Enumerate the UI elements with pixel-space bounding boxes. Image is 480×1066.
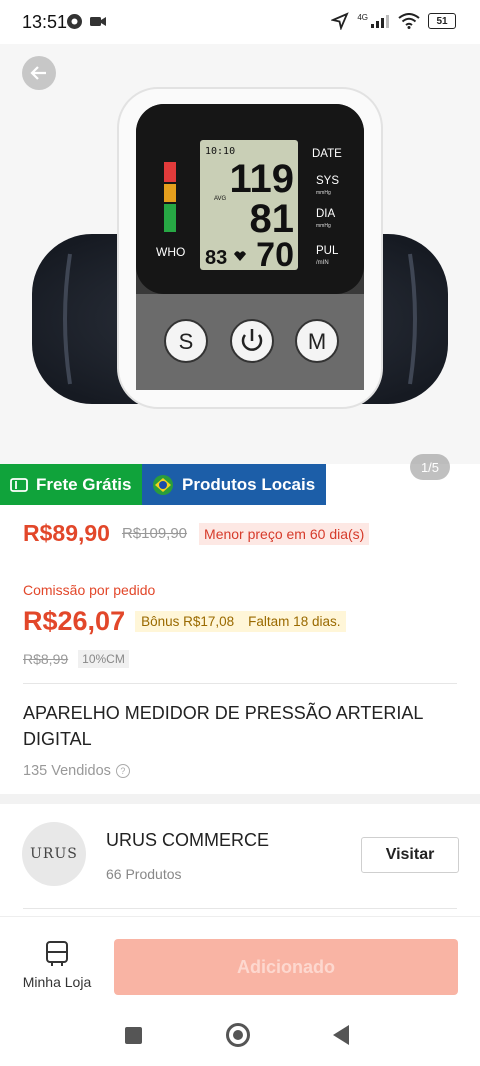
price-row: R$89,90 R$109,90 Menor preço em 60 dia(s…: [23, 520, 370, 547]
label-dia: DIA: [316, 208, 336, 220]
commission-rate-tag: 10%CM: [78, 650, 129, 668]
local-products-badge: Produtos Locais: [142, 464, 326, 505]
shop-logo-text: URUS: [30, 846, 78, 862]
label-pul-unit: /mIN: [316, 260, 329, 266]
bonus-days-left: Faltam 18 dias.: [248, 614, 341, 629]
current-price: R$89,90: [23, 520, 110, 546]
commission-row: R$26,07 Bônus R$17,08 Faltam 18 dias.: [23, 606, 347, 637]
lowest-price-tag: Menor preço em 60 dia(s): [199, 522, 370, 545]
status-right: 4G 51: [331, 12, 456, 30]
shop-product-count: 66 Produtos: [106, 866, 182, 882]
bonus-tag: Bônus R$17,08 Faltam 18 dias.: [135, 611, 347, 632]
who-label: WHO: [156, 245, 185, 259]
label-sys-unit: mmHg: [316, 190, 331, 196]
local-products-label: Produtos Locais: [182, 474, 316, 494]
chrome-icon: [67, 14, 82, 29]
device-button-m: M: [308, 329, 326, 354]
store-icon: [46, 941, 68, 966]
lcd-clock: 10:10: [205, 146, 235, 157]
commission-sub-row: R$8,99 10%CM: [23, 650, 129, 668]
free-shipping-badge: Frete Grátis: [0, 464, 142, 505]
label-dia-unit: mmHg: [316, 223, 331, 229]
commission-label: Comissão por pedido: [23, 582, 156, 598]
lcd-avg: AVG: [214, 196, 227, 202]
arrow-left-icon: [30, 66, 46, 80]
status-left-icons: [66, 13, 107, 30]
old-commission-value: R$8,99: [23, 651, 69, 667]
location-arrow-icon: [331, 12, 350, 30]
status-bar: 13:51 4G 51: [0, 0, 480, 44]
free-shipping-label: Frete Grátis: [36, 474, 132, 494]
product-badges: Frete Grátis Produtos Locais: [0, 464, 326, 505]
home-icon[interactable]: [226, 1023, 250, 1047]
status-time: 13:51: [22, 12, 68, 32]
lcd-dia: 81: [250, 197, 295, 241]
lcd-pulse-small: 83: [205, 247, 227, 269]
product-image-carousel[interactable]: WHO 10:10 AVG 119 81 83 70 DATE SYS mmHg…: [0, 44, 480, 464]
home-dot: [233, 1030, 243, 1040]
section-separator: [0, 794, 480, 804]
back-button[interactable]: [22, 56, 56, 90]
visit-shop-button[interactable]: Visitar: [361, 837, 459, 873]
my-store-button[interactable]: Minha Loja: [16, 940, 98, 990]
label-sys: SYS: [316, 175, 339, 187]
video-camera-icon: [90, 17, 106, 26]
brazil-flag-icon: [153, 474, 173, 495]
blood-pressure-monitor-icon: WHO 10:10 AVG 119 81 83 70 DATE SYS mmHg…: [32, 87, 448, 409]
battery-icon: 51: [428, 13, 456, 29]
wifi-icon: [398, 13, 420, 29]
ticket-icon: [10, 477, 28, 492]
carousel-page-indicator: 1/5: [410, 454, 450, 480]
divider: [23, 908, 457, 909]
device-button-s: S: [179, 329, 194, 354]
network-type-label: 4G: [357, 12, 368, 22]
lcd-sys: 119: [229, 157, 294, 201]
question-icon[interactable]: ?: [115, 764, 130, 778]
sold-count-label: 135 Vendidos: [23, 763, 111, 779]
added-button[interactable]: Adicionado: [114, 939, 458, 995]
shop-name[interactable]: URUS COMMERCE: [106, 830, 269, 851]
bonus-amount: Bônus R$17,08: [141, 614, 235, 629]
shop-logo[interactable]: URUS: [22, 822, 86, 886]
label-pul: PUL: [316, 245, 339, 257]
commission-value: R$26,07: [23, 606, 126, 636]
sold-count: 135 Vendidos ?: [23, 763, 130, 779]
divider: [23, 683, 457, 684]
original-price: R$109,90: [121, 525, 188, 542]
back-triangle-icon[interactable]: [333, 1025, 349, 1045]
product-title: APARELHO MEDIDOR DE PRESSÃO ARTERIAL DIG…: [23, 703, 423, 749]
label-date: DATE: [312, 148, 342, 160]
my-store-label: Minha Loja: [22, 974, 92, 990]
lcd-pul: 70: [256, 236, 294, 274]
recent-apps-icon[interactable]: [125, 1027, 142, 1044]
signal-icon: [371, 15, 389, 28]
